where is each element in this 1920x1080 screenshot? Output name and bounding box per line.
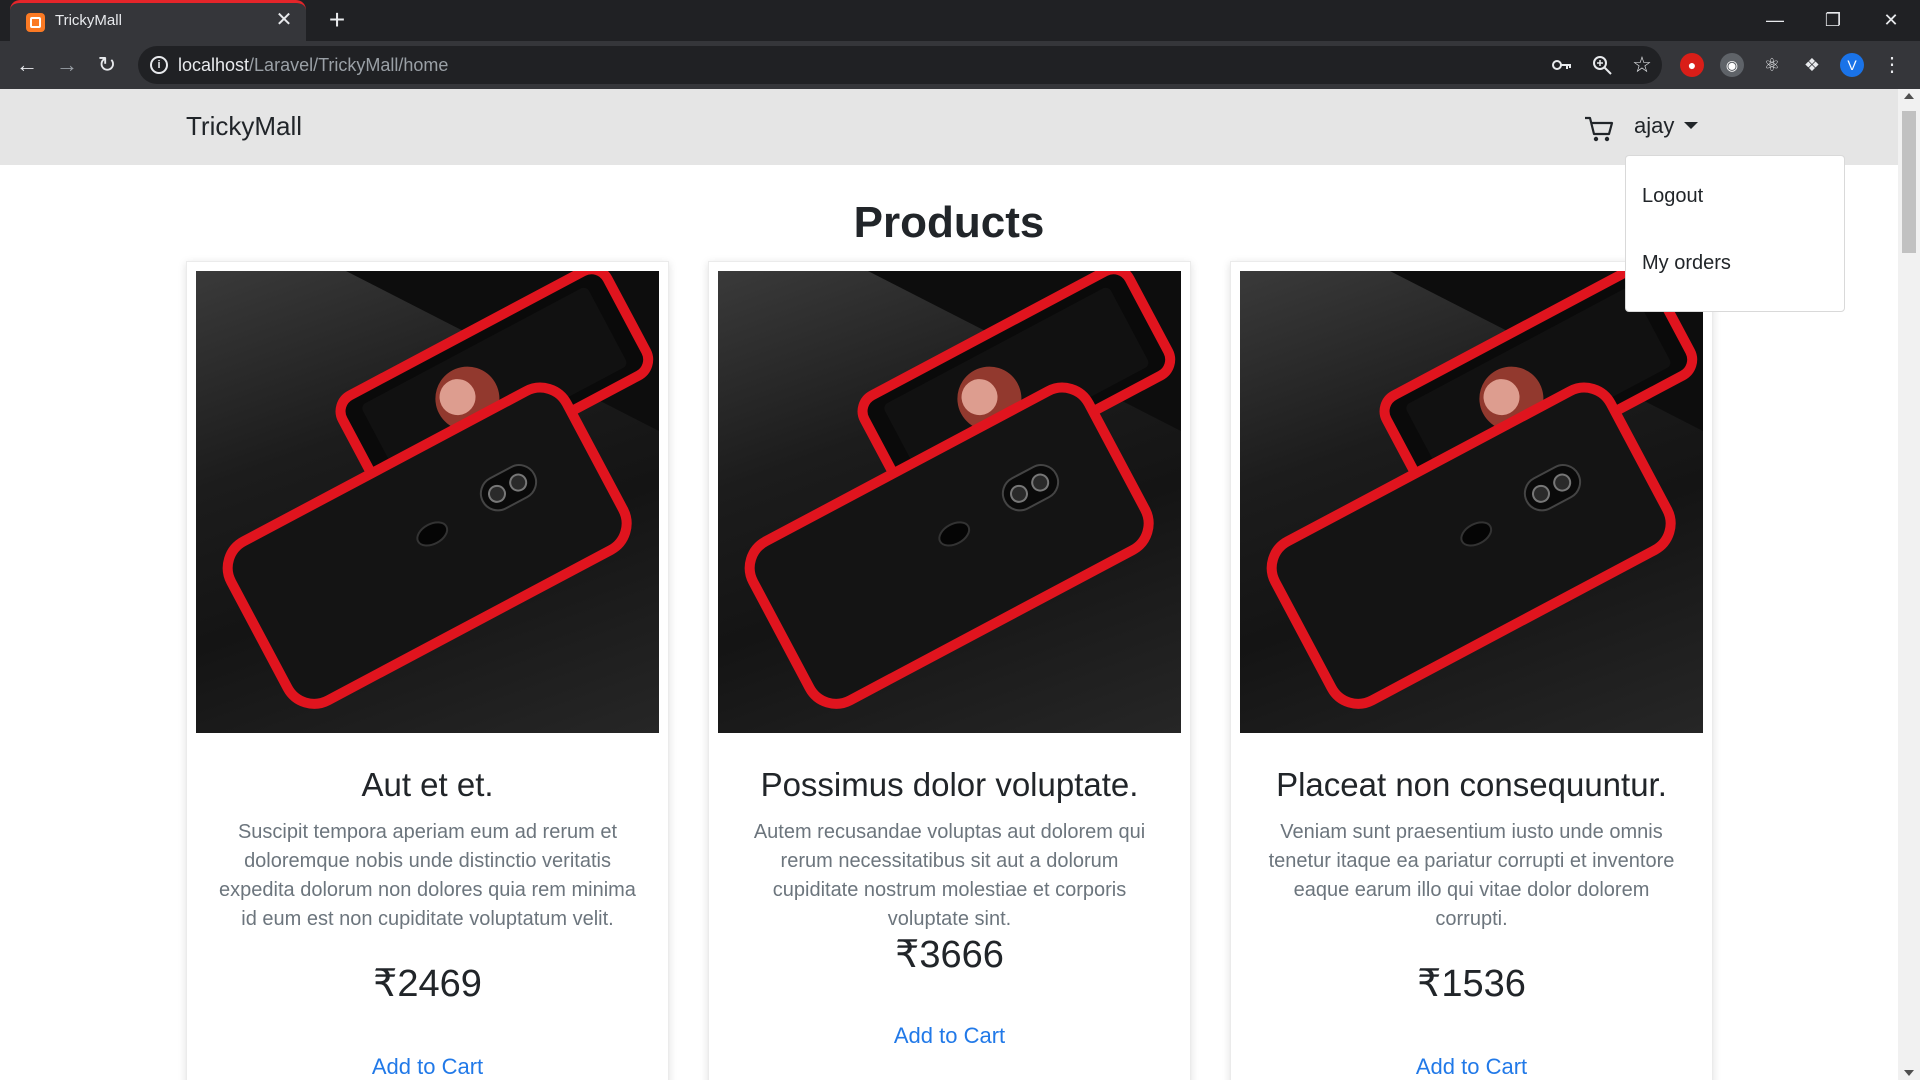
- product-title: Placeat non consequuntur.: [1276, 766, 1667, 803]
- extension-react-icon[interactable]: ⚛: [1760, 53, 1784, 77]
- dropdown-item-logout[interactable]: Logout: [1642, 185, 1703, 208]
- user-dropdown-menu: Logout My orders: [1625, 155, 1845, 312]
- url-text[interactable]: localhost/Laravel/TrickyMall/home: [178, 55, 448, 76]
- dropdown-item-my-orders[interactable]: My orders: [1642, 252, 1731, 275]
- add-to-cart-link[interactable]: Add to Cart: [187, 1054, 668, 1080]
- new-tab-button[interactable]: +: [321, 6, 353, 36]
- product-card: Aut et et. Suscipit tempora aperiam eum …: [186, 261, 669, 1080]
- restore-icon[interactable]: ❐: [1810, 4, 1856, 36]
- extension-shield-icon[interactable]: ●: [1680, 53, 1704, 77]
- product-card: Possimus dolor voluptate. Autem recusand…: [708, 261, 1191, 1080]
- extension-globe-icon[interactable]: ◉: [1720, 53, 1744, 77]
- price-value: 3666: [919, 934, 1004, 976]
- product-title: Aut et et.: [361, 766, 494, 803]
- site-info-icon[interactable]: i: [150, 56, 168, 74]
- reload-icon[interactable]: ↻: [91, 49, 123, 81]
- browser-toolbar: ← → ↻ i localhost/Laravel/TrickyMall/hom…: [0, 41, 1920, 89]
- tab-close-icon[interactable]: ✕: [272, 8, 296, 32]
- product-description: Autem recusandae voluptas aut dolorem qu…: [753, 821, 1146, 930]
- user-menu-toggle[interactable]: ajay: [1634, 113, 1699, 139]
- rupee-icon: ₹: [1417, 963, 1442, 1005]
- window-close-icon[interactable]: ✕: [1868, 4, 1914, 36]
- minimize-icon[interactable]: —: [1752, 4, 1798, 36]
- key-icon[interactable]: [1551, 54, 1573, 76]
- scroll-down-arrow-icon[interactable]: [1904, 1070, 1914, 1076]
- product-price: ₹1536: [1231, 961, 1712, 1006]
- page-title: Products: [853, 198, 1045, 247]
- address-bar[interactable]: i localhost/Laravel/TrickyMall/home ☆: [138, 46, 1662, 84]
- rupee-icon: ₹: [895, 934, 920, 976]
- price-value: 1536: [1441, 963, 1526, 1005]
- extensions-puzzle-icon[interactable]: ❖: [1800, 53, 1824, 77]
- browser-tab[interactable]: TrickyMall ✕: [10, 0, 306, 41]
- product-title: Possimus dolor voluptate.: [760, 766, 1139, 803]
- zoom-icon[interactable]: [1591, 54, 1613, 76]
- user-name: ajay: [1634, 113, 1675, 138]
- browser-menu-icon[interactable]: ⋮: [1880, 53, 1904, 77]
- price-value: 2469: [397, 963, 482, 1005]
- page-viewport: TrickyMall ajay Logout My orders Product…: [0, 89, 1898, 1080]
- forward-arrow-icon[interactable]: →: [51, 49, 83, 81]
- product-card: Placeat non consequuntur. Veniam sunt pr…: [1230, 261, 1713, 1080]
- scrollbar-thumb[interactable]: [1902, 111, 1916, 253]
- product-image[interactable]: [1240, 271, 1703, 733]
- product-price: ₹3666: [709, 932, 1190, 977]
- bookmark-star-icon[interactable]: ☆: [1631, 54, 1653, 76]
- product-image[interactable]: [196, 271, 659, 733]
- add-to-cart-link[interactable]: Add to Cart: [1231, 1054, 1712, 1080]
- page-scrollbar[interactable]: [1898, 89, 1920, 1080]
- cart-icon[interactable]: [1584, 115, 1614, 143]
- profile-avatar[interactable]: V: [1840, 53, 1864, 77]
- scroll-up-arrow-icon[interactable]: [1904, 93, 1914, 99]
- caret-down-icon: [1684, 122, 1699, 129]
- browser-tab-strip: TrickyMall ✕ + — ❐ ✕: [0, 0, 1920, 41]
- tab-title: TrickyMall: [55, 12, 122, 29]
- add-to-cart-link[interactable]: Add to Cart: [709, 1023, 1190, 1049]
- url-path: /Laravel/TrickyMall/home: [249, 55, 449, 75]
- product-price: ₹2469: [187, 961, 668, 1006]
- site-navbar: TrickyMall ajay: [0, 89, 1898, 165]
- product-image[interactable]: [718, 271, 1181, 733]
- xampp-favicon-icon: [26, 13, 45, 32]
- back-arrow-icon[interactable]: ←: [11, 49, 43, 81]
- url-host: localhost: [178, 55, 250, 75]
- product-description: Veniam sunt praesentium iusto unde omnis…: [1268, 821, 1675, 930]
- product-description: Suscipit tempora aperiam eum ad rerum et…: [219, 821, 636, 930]
- site-brand[interactable]: TrickyMall: [186, 111, 302, 142]
- rupee-icon: ₹: [373, 963, 398, 1005]
